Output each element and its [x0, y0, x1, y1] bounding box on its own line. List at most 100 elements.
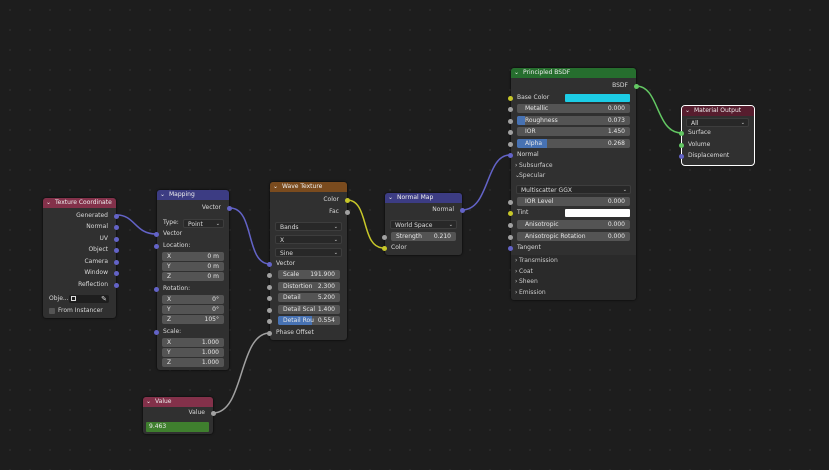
anisotropic-rotation-field[interactable]: Anisotropic Rotation 0.000: [517, 232, 630, 241]
target-dropdown[interactable]: All ⌄: [686, 118, 749, 127]
strength-field[interactable]: Strength 0.210: [391, 232, 456, 241]
socket-normal[interactable]: [114, 224, 119, 230]
material-output-node[interactable]: ⌄ Material Output All ⌄ Surface Volume Dis…: [679, 105, 755, 166]
node-header[interactable]: ⌄ Value: [143, 397, 213, 407]
collapse-chevron-icon[interactable]: ⌄: [146, 397, 151, 407]
collapse-chevron-icon[interactable]: ⌄: [46, 198, 51, 208]
direction-dropdown[interactable]: X ⌄: [275, 235, 342, 244]
eyedropper-icon[interactable]: ✎: [101, 294, 107, 304]
socket-anisotropic[interactable]: [508, 222, 513, 228]
socket-distortion[interactable]: [267, 284, 272, 290]
profile-dropdown[interactable]: Sine ⌄: [275, 248, 342, 257]
socket-location[interactable]: [154, 243, 159, 249]
node-header[interactable]: ⌄ Texture Coordinate: [43, 198, 116, 208]
socket-object[interactable]: [114, 247, 119, 253]
value-field[interactable]: 9.463: [146, 422, 209, 432]
socket-detail[interactable]: [267, 295, 272, 301]
socket-vector-in[interactable]: [154, 231, 159, 237]
mapping-node[interactable]: ⌄ Mapping Vector Type: Point ⌄ Vector Loca…: [154, 190, 232, 370]
tint-color-swatch[interactable]: [565, 209, 630, 217]
collapse-chevron-icon[interactable]: ⌄: [273, 182, 278, 192]
socket-color-in[interactable]: [382, 245, 387, 251]
panel-specular[interactable]: ⌄ Specular: [511, 171, 636, 181]
socket-reflection[interactable]: [114, 282, 119, 288]
socket-detail-roughness[interactable]: [267, 318, 272, 324]
ior-level-field[interactable]: IOR Level 0.000: [517, 197, 630, 206]
alpha-field[interactable]: Alpha 0.268: [517, 139, 630, 148]
socket-generated[interactable]: [114, 213, 119, 219]
ior-field[interactable]: IOR 1.450: [517, 127, 630, 136]
detail-field[interactable]: Detail 5.200: [278, 293, 340, 302]
collapse-chevron-icon[interactable]: ⌄: [388, 193, 393, 203]
panel-emission[interactable]: › Emission: [511, 288, 636, 298]
socket-uv[interactable]: [114, 236, 119, 242]
scale-y-field[interactable]: Y 1.000: [162, 348, 224, 357]
node-header[interactable]: ⌄ Material Output: [682, 106, 754, 116]
socket-tint[interactable]: [508, 210, 513, 216]
socket-color-out[interactable]: [345, 197, 350, 203]
socket-camera[interactable]: [114, 259, 119, 265]
rotation-x-field[interactable]: X 0°: [162, 295, 224, 304]
texture-coordinate-node[interactable]: ⌄ Texture Coordinate Generated Normal UV …: [43, 198, 119, 318]
collapse-chevron-icon[interactable]: ⌄: [685, 106, 690, 116]
value-node[interactable]: ⌄ Value Value 9.463: [143, 397, 216, 434]
socket-scale[interactable]: [267, 272, 272, 278]
socket-surface[interactable]: [679, 130, 684, 136]
socket-phase-offset[interactable]: [267, 330, 272, 336]
scale-field[interactable]: Scale 191.900: [278, 270, 340, 279]
socket-displacement[interactable]: [679, 153, 684, 159]
rotation-y-field[interactable]: Y 0°: [162, 305, 224, 314]
collapse-chevron-icon[interactable]: ⌄: [160, 190, 165, 200]
distortion-field[interactable]: Distortion 2.300: [278, 282, 340, 291]
scale-z-field[interactable]: Z 1.000: [162, 358, 224, 367]
node-header[interactable]: ⌄ Principled BSDF: [511, 68, 636, 78]
detail-roughness-field[interactable]: Detail Rou 0.554: [278, 316, 340, 325]
socket-detail-scale[interactable]: [267, 307, 272, 313]
principled-bsdf-node[interactable]: ⌄ Principled BSDF BSDF Base Color Metalli…: [508, 68, 639, 300]
location-z-field[interactable]: Z 0 m: [162, 272, 224, 281]
normal-map-node[interactable]: ⌄ Normal Map Normal World Space ⌄ Strength…: [382, 193, 465, 255]
socket-normal-out[interactable]: [460, 207, 465, 213]
location-y-field[interactable]: Y 0 m: [162, 262, 224, 271]
socket-tangent[interactable]: [508, 245, 513, 251]
socket-roughness[interactable]: [508, 118, 513, 124]
panel-sheen[interactable]: › Sheen: [511, 277, 636, 287]
location-x-field[interactable]: X 0 m: [162, 252, 224, 261]
socket-ior-level[interactable]: [508, 199, 513, 205]
socket-volume[interactable]: [679, 142, 684, 148]
base-color-swatch[interactable]: [565, 94, 630, 102]
panel-subsurface[interactable]: › Subsurface: [511, 161, 636, 171]
socket-anisotropic-rotation[interactable]: [508, 234, 513, 240]
distribution-dropdown[interactable]: Multiscatter GGX ⌄: [516, 185, 631, 194]
roughness-field[interactable]: Roughness 0.073: [517, 116, 630, 125]
socket-metallic[interactable]: [508, 106, 513, 112]
scale-x-field[interactable]: X 1.000: [162, 338, 224, 347]
socket-vector-in[interactable]: [267, 261, 272, 267]
panel-coat[interactable]: › Coat: [511, 267, 636, 277]
socket-value-out[interactable]: [211, 410, 216, 416]
object-picker-field[interactable]: ✎: [69, 295, 109, 303]
anisotropic-field[interactable]: Anisotropic 0.000: [517, 220, 630, 229]
space-dropdown[interactable]: World Space ⌄: [390, 220, 457, 229]
socket-strength[interactable]: [382, 234, 387, 240]
node-header[interactable]: ⌄ Mapping: [157, 190, 229, 200]
socket-ior[interactable]: [508, 129, 513, 135]
rotation-z-field[interactable]: Z 105°: [162, 315, 224, 324]
detail-scale-field[interactable]: Detail Scal 1.400: [278, 305, 340, 314]
socket-bsdf-out[interactable]: [634, 83, 639, 89]
socket-scale[interactable]: [154, 329, 159, 335]
socket-vector-out[interactable]: [227, 205, 232, 211]
wave-texture-node[interactable]: ⌄ Wave Texture Color Fac Bands ⌄ X ⌄ Sine ⌄ …: [267, 182, 350, 340]
socket-window[interactable]: [114, 270, 119, 276]
metallic-field[interactable]: Metallic 0.000: [517, 104, 630, 113]
socket-alpha[interactable]: [508, 141, 513, 147]
node-header[interactable]: ⌄ Normal Map: [385, 193, 462, 203]
wave-type-dropdown[interactable]: Bands ⌄: [275, 222, 342, 231]
socket-base-color[interactable]: [508, 95, 513, 101]
from-instancer-checkbox[interactable]: [49, 307, 55, 314]
panel-transmission[interactable]: › Transmission: [511, 256, 636, 266]
socket-rotation[interactable]: [154, 286, 159, 292]
type-dropdown[interactable]: Point ⌄: [183, 219, 224, 228]
node-header[interactable]: ⌄ Wave Texture: [270, 182, 347, 192]
socket-normal-in[interactable]: [508, 152, 513, 158]
